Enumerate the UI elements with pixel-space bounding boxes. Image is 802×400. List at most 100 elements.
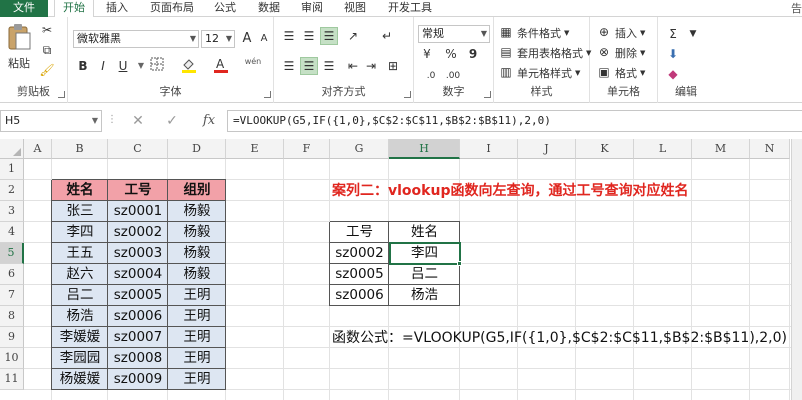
align-center-icon[interactable]: ☰	[300, 57, 318, 75]
conditional-formatting-button[interactable]: ▦ 条件格式 ▼	[498, 25, 569, 41]
table-cell[interactable]: sz0004	[108, 264, 168, 285]
cut-icon[interactable]: ✂	[38, 21, 56, 39]
merge-center-icon[interactable]: ⊞	[384, 57, 402, 75]
increase-indent-icon[interactable]: ⇥	[362, 57, 380, 75]
cancel-icon[interactable]: ✕	[126, 111, 150, 131]
lookup-header-cell[interactable]: 姓名	[389, 222, 460, 243]
table-cell[interactable]: sz0009	[108, 369, 168, 390]
number-launcher-icon[interactable]	[484, 91, 491, 98]
column-header-a[interactable]: A	[24, 139, 52, 159]
number-format-select[interactable]: 常规 ▼	[418, 25, 490, 43]
lookup-id-cell[interactable]: sz0002	[330, 243, 389, 264]
row-header-5[interactable]: 5	[0, 243, 24, 264]
cell-styles-button[interactable]: ▥ 单元格样式 ▼	[498, 65, 580, 81]
column-header-f[interactable]: F	[284, 139, 330, 159]
lookup-id-cell[interactable]: sz0005	[330, 264, 389, 285]
table-cell[interactable]: 王五	[52, 243, 108, 264]
fill-handle[interactable]	[457, 261, 462, 266]
autosum-icon[interactable]: Σ	[664, 25, 682, 43]
autosum-dropdown-icon[interactable]: ▼	[684, 25, 702, 43]
tab-formulas[interactable]: 公式	[208, 0, 242, 17]
table-cell[interactable]: sz0005	[108, 285, 168, 306]
column-header-g[interactable]: G	[330, 139, 389, 159]
percent-icon[interactable]: %	[442, 45, 460, 63]
align-left-icon[interactable]: ☰	[280, 57, 298, 75]
comma-style-icon[interactable]: 9	[464, 45, 482, 63]
table-cell[interactable]: 李园园	[52, 348, 108, 369]
row-header-7[interactable]: 7	[0, 285, 24, 306]
phonetic-guide-icon[interactable]: wén	[244, 57, 262, 75]
italic-button[interactable]: I	[94, 57, 112, 75]
tab-home[interactable]: 开始	[54, 0, 94, 18]
table-cell[interactable]: 王明	[168, 369, 226, 390]
alignment-launcher-icon[interactable]	[404, 91, 411, 98]
fill-icon[interactable]: ⬇	[664, 45, 682, 63]
row-header-1[interactable]: 1	[0, 159, 24, 180]
align-right-icon[interactable]: ☰	[320, 57, 338, 75]
font-launcher-icon[interactable]	[264, 91, 271, 98]
row-header-6[interactable]: 6	[0, 264, 24, 285]
tell-me-search[interactable]: 告	[791, 0, 802, 16]
font-color-icon[interactable]: A	[212, 57, 230, 75]
table-cell[interactable]: 赵六	[52, 264, 108, 285]
tab-view[interactable]: 视图	[338, 0, 372, 17]
currency-icon[interactable]: ¥	[418, 45, 436, 63]
row-header-2[interactable]: 2	[0, 180, 24, 201]
bold-button[interactable]: B	[74, 57, 92, 75]
lookup-header-cell[interactable]: 工号	[330, 222, 389, 243]
table-cell[interactable]: 李四	[52, 222, 108, 243]
formula-bar-grip-icon[interactable]: ⋮	[107, 114, 117, 125]
align-middle-icon[interactable]: ☰	[300, 27, 318, 45]
paste-button[interactable]: 粘贴	[8, 55, 30, 71]
borders-icon[interactable]	[148, 57, 166, 75]
table-header-cell[interactable]: 工号	[108, 180, 168, 201]
align-bottom-icon[interactable]: ☰	[320, 27, 338, 45]
formula-input[interactable]: =VLOOKUP(G5,IF({1,0},$C$2:$C$11,$B$2:$B$…	[227, 110, 802, 132]
font-size-select[interactable]: 12 ▼	[201, 30, 235, 48]
table-cell[interactable]: 王明	[168, 348, 226, 369]
tab-review[interactable]: 审阅	[295, 0, 329, 17]
wrap-text-icon[interactable]: ↵	[378, 27, 396, 45]
row-header-4[interactable]: 4	[0, 222, 24, 243]
lookup-result-cell[interactable]: 杨浩	[389, 285, 460, 306]
column-header-h[interactable]: H	[389, 139, 460, 159]
table-cell[interactable]: 杨毅	[168, 201, 226, 222]
table-cell[interactable]: sz0001	[108, 201, 168, 222]
tab-page-layout[interactable]: 页面布局	[144, 0, 200, 17]
table-cell[interactable]: 杨毅	[168, 222, 226, 243]
column-header-i[interactable]: I	[460, 139, 518, 159]
tab-developer[interactable]: 开发工具	[382, 0, 438, 17]
orientation-icon[interactable]: ↗	[344, 27, 362, 45]
table-cell[interactable]: sz0003	[108, 243, 168, 264]
format-cells-button[interactable]: ▣ 格式 ▼	[596, 65, 645, 81]
lookup-result-cell[interactable]: 吕二	[389, 264, 460, 285]
copy-icon[interactable]: ⧉	[38, 41, 56, 59]
table-cell[interactable]: sz0008	[108, 348, 168, 369]
insert-function-icon[interactable]: fx	[195, 110, 223, 132]
table-cell[interactable]: 王明	[168, 285, 226, 306]
table-header-cell[interactable]: 组别	[168, 180, 226, 201]
fill-color-icon[interactable]	[180, 57, 198, 75]
tab-file[interactable]: 文件	[0, 0, 48, 17]
clear-icon[interactable]: ◆	[664, 65, 682, 83]
table-cell[interactable]: sz0006	[108, 306, 168, 327]
table-header-cell[interactable]: 姓名	[52, 180, 108, 201]
grow-font-icon[interactable]: A	[238, 30, 256, 48]
clipboard-launcher-icon[interactable]	[58, 91, 65, 98]
table-cell[interactable]: 王明	[168, 306, 226, 327]
column-header-d[interactable]: D	[168, 139, 226, 159]
tab-data[interactable]: 数据	[252, 0, 286, 17]
row-header-3[interactable]: 3	[0, 201, 24, 222]
underline-button[interactable]: U	[114, 57, 132, 75]
column-header-j[interactable]: J	[518, 139, 576, 159]
enter-icon[interactable]: ✓	[160, 111, 184, 131]
column-header-c[interactable]: C	[108, 139, 168, 159]
tab-insert[interactable]: 插入	[100, 0, 134, 17]
table-cell[interactable]: 李媛媛	[52, 327, 108, 348]
shrink-font-icon[interactable]: A	[255, 30, 273, 48]
font-name-select[interactable]: 微软雅黑 ▼	[73, 30, 199, 48]
format-as-table-button[interactable]: ▤ 套用表格格式 ▼	[498, 45, 591, 61]
vertical-scrollbar[interactable]	[791, 139, 802, 400]
table-cell[interactable]: 吕二	[52, 285, 108, 306]
table-cell[interactable]: sz0002	[108, 222, 168, 243]
